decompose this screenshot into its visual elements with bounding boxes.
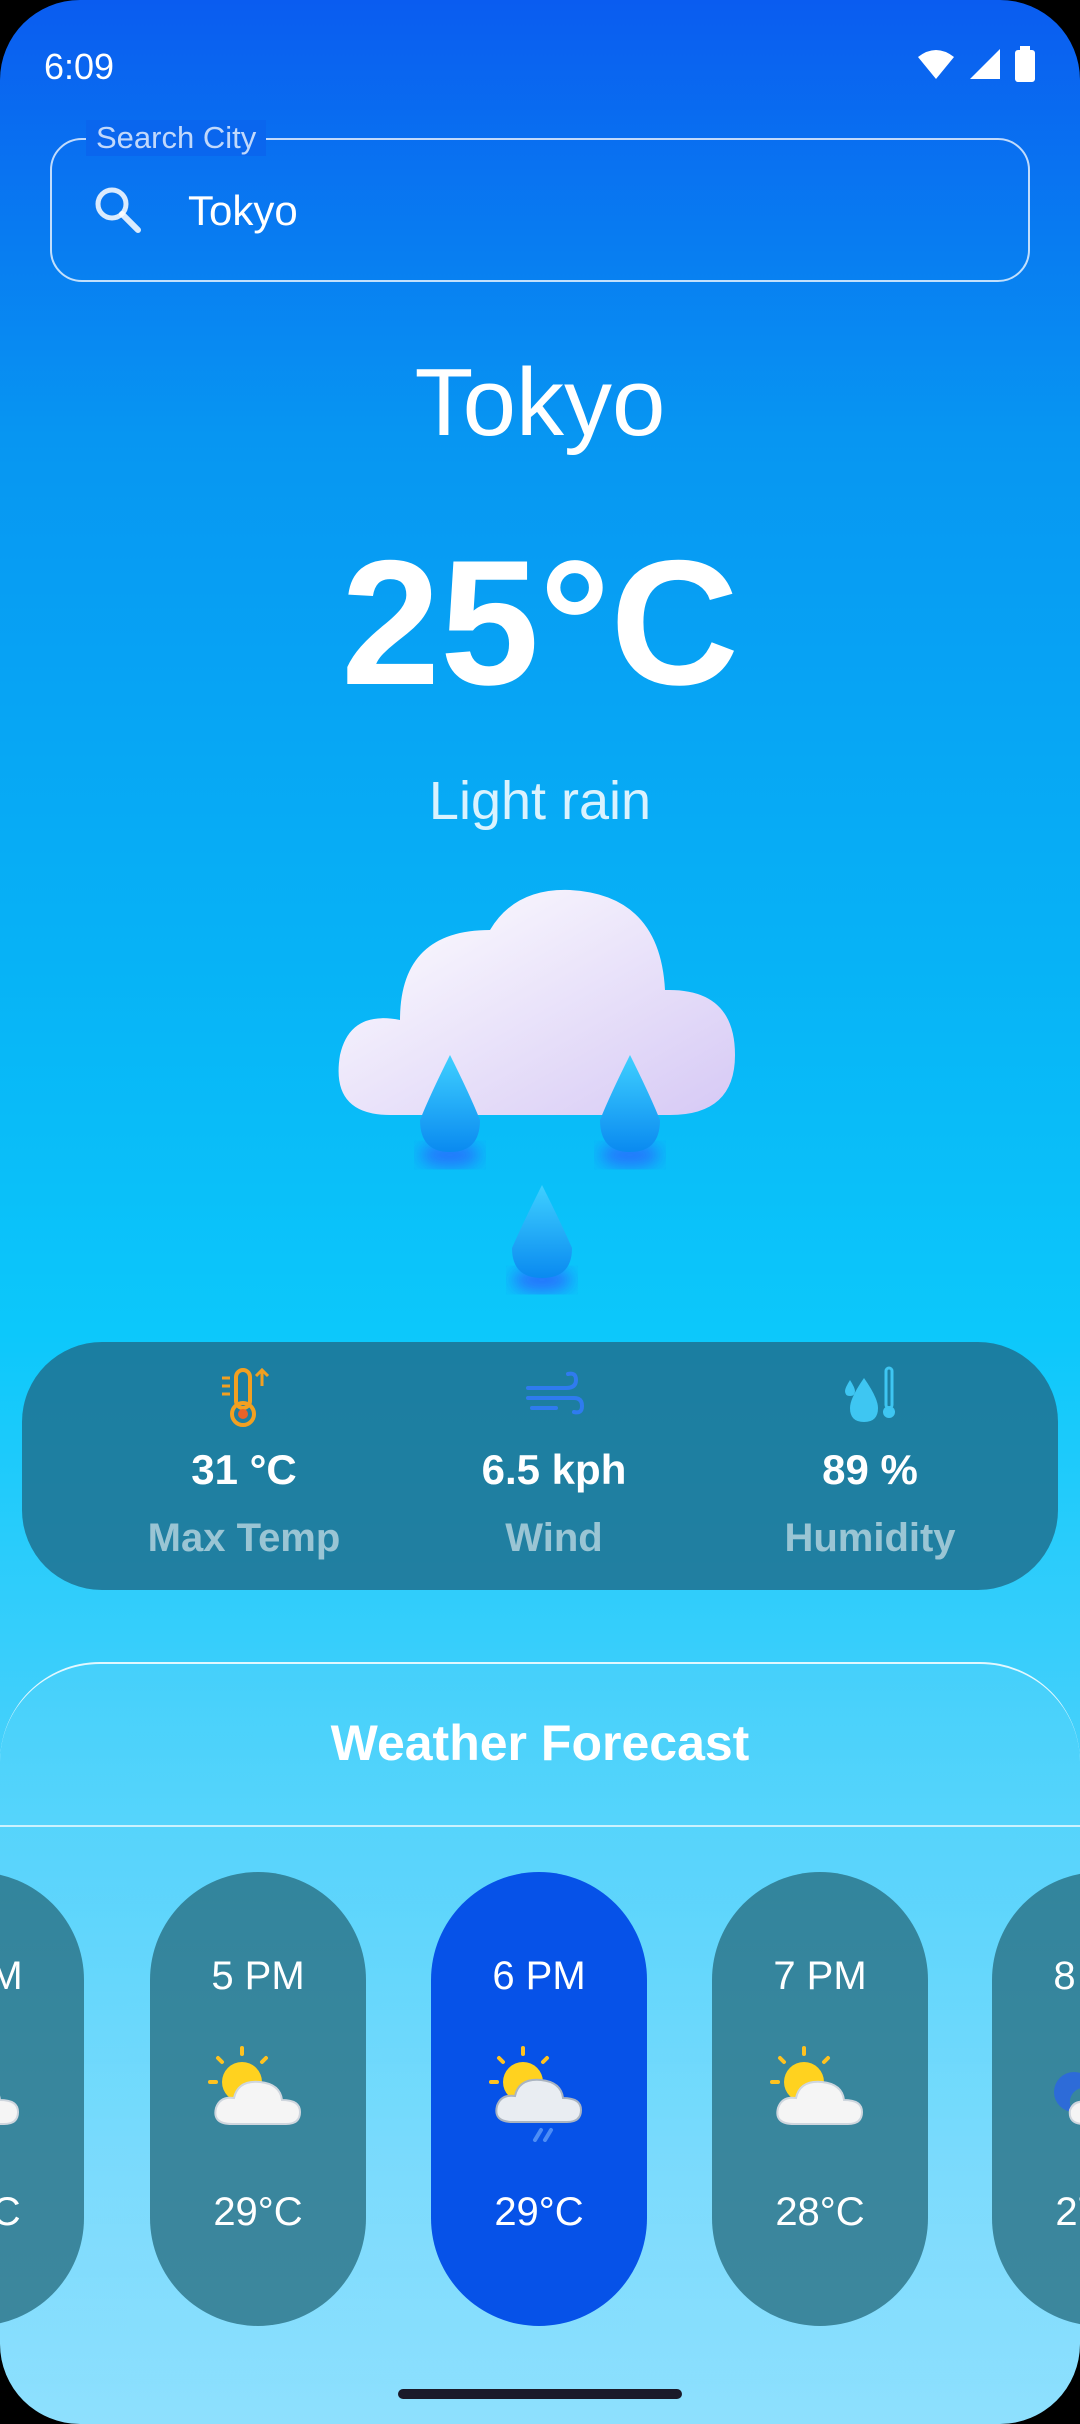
max-temp-label: Max Temp [147, 1516, 341, 1560]
thermometer-icon [222, 1367, 270, 1427]
hour-card[interactable]: 5 PM 29°C [150, 1872, 366, 2326]
partly-cloudy-icon [208, 2046, 302, 2125]
signal-icon [970, 49, 1000, 79]
humidity-icon [845, 1366, 895, 1422]
search-field[interactable]: Search City [50, 120, 1030, 282]
hour-card-active[interactable]: 6 PM 29°C [431, 1872, 647, 2326]
hour-time: 7 PM [773, 1954, 867, 1998]
weather-screen: 6:09 Search City Tokyo 25°C Light rain [0, 0, 1080, 2424]
weather-stats-card: 31 °C Max Temp 6.5 kph Wind 89 % Humidit… [22, 1342, 1058, 1590]
hour-card[interactable]: 8 PM 27°C [992, 1872, 1080, 2326]
search-input[interactable] [186, 170, 970, 252]
wifi-icon [918, 50, 954, 79]
max-temp-value: 31 °C [191, 1446, 297, 1493]
search-icon [95, 187, 141, 233]
battery-icon [1015, 46, 1035, 82]
hour-temp: 29°C [0, 2190, 21, 2234]
home-indicator[interactable] [398, 2389, 682, 2399]
night-cloudy-icon [1054, 2072, 1080, 2125]
wind-value: 6.5 kph [481, 1446, 627, 1493]
humidity-value: 89 % [822, 1446, 918, 1493]
hour-temp: 28°C [775, 2190, 865, 2234]
hour-card[interactable]: 7 PM 28°C [712, 1872, 928, 2326]
hour-temp: 27°C [1055, 2190, 1080, 2234]
hour-card[interactable]: 4 PM 29°C [0, 1872, 84, 2326]
hour-time: 8 PM [1053, 1954, 1080, 1998]
forecast-title: Weather Forecast [330, 1715, 750, 1771]
search-label: Search City [86, 120, 267, 156]
city-name: Tokyo [414, 349, 666, 456]
status-icons [916, 46, 1036, 82]
hour-time: 5 PM [211, 1954, 305, 1998]
hour-time: 4 PM [0, 1954, 23, 1998]
status-bar: 6:09 [0, 0, 1080, 130]
wind-label: Wind [505, 1516, 603, 1560]
wind-icon [526, 1371, 585, 1415]
rain-cloud-icon [338, 889, 735, 1292]
stat-wind: 6.5 kph Wind [404, 1364, 704, 1561]
hour-temp: 29°C [213, 2190, 303, 2234]
hour-temp: 29°C [494, 2190, 584, 2234]
humidity-label: Humidity [784, 1516, 956, 1560]
current-temperature: 25°C [341, 523, 739, 722]
weather-condition: Light rain [428, 771, 652, 831]
partly-cloudy-icon [770, 2046, 864, 2125]
stat-max-temp: 31 °C Max Temp [94, 1364, 394, 1561]
stat-humidity: 89 % Humidity [720, 1364, 1020, 1561]
partly-cloudy-icon [0, 2095, 20, 2125]
hour-time: 6 PM [492, 1954, 586, 1998]
forecast-divider [0, 1825, 1080, 1827]
partly-cloudy-rain-icon [489, 2046, 583, 2142]
status-time: 6:09 [44, 46, 115, 87]
